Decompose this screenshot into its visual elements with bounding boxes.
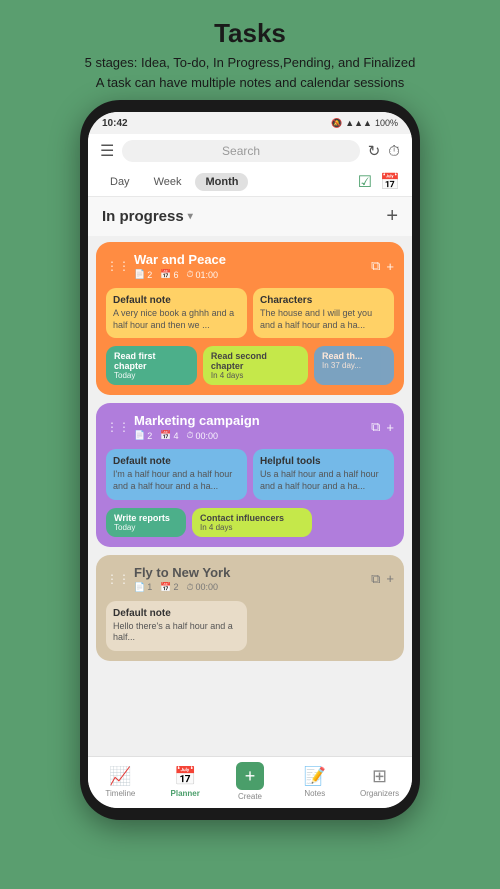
session-chip[interactable]: Contact influencers In 4 days: [192, 508, 312, 537]
refresh-icon[interactable]: ↻: [368, 142, 381, 160]
search-box[interactable]: Search: [122, 140, 359, 162]
calendar-grid-icon[interactable]: 📅: [380, 172, 400, 192]
task-card-war-peace: ⋮⋮ War and Peace 📄 2 📅 6 ⏱ 01:00 ⧉ +: [96, 242, 404, 395]
notes-grid: Default note I'm a half hour and a half …: [106, 449, 394, 499]
copy-icon[interactable]: ⧉: [371, 571, 380, 587]
top-bar: ☰ Search ↻ ⏱: [88, 134, 412, 168]
sessions-count: 📅 6: [160, 269, 178, 280]
notes-count: 📄 1: [134, 582, 152, 593]
task-card-header: ⋮⋮ War and Peace 📄 2 📅 6 ⏱ 01:00 ⧉ +: [106, 252, 394, 280]
drag-handle-icon: ⋮⋮: [106, 420, 130, 434]
task-card-header: ⋮⋮ Fly to New York 📄 1 📅 2 ⏱ 00:00 ⧉ +: [106, 565, 394, 593]
check-calendar-icon[interactable]: ☑: [358, 172, 372, 192]
nav-organizers[interactable]: ⊞ Organizers: [347, 766, 412, 798]
note-card[interactable]: Default note Hello there's a half hour a…: [106, 601, 247, 651]
top-bar-actions: ↻ ⏱: [368, 142, 400, 160]
task-meta: 📄 2 📅 6 ⏱ 01:00: [134, 269, 371, 280]
nav-planner[interactable]: 📅 Planner: [153, 766, 218, 798]
timer-icon[interactable]: ⏱: [388, 143, 400, 160]
add-subtask-icon[interactable]: +: [386, 259, 394, 274]
notes-icon: 📝: [304, 766, 326, 787]
dropdown-arrow-icon: ▾: [188, 211, 193, 222]
app-title: Tasks: [10, 18, 490, 49]
add-task-icon[interactable]: +: [386, 205, 398, 228]
task-list[interactable]: ⋮⋮ War and Peace 📄 2 📅 6 ⏱ 01:00 ⧉ +: [88, 236, 412, 756]
timeline-icon: 📈: [109, 766, 131, 787]
add-subtask-icon[interactable]: +: [386, 571, 394, 586]
session-chip-partial[interactable]: Read th... In 37 day...: [314, 346, 394, 385]
sessions-row: Write reports Today Contact influencers …: [106, 508, 394, 537]
copy-icon[interactable]: ⧉: [371, 419, 380, 435]
time-total: ⏱ 00:00: [186, 582, 218, 593]
section-title[interactable]: In progress ▾: [102, 208, 193, 225]
nav-timeline-label: Timeline: [105, 789, 135, 798]
tab-month[interactable]: Month: [195, 173, 248, 191]
add-subtask-icon[interactable]: +: [386, 420, 394, 435]
tab-week[interactable]: Week: [144, 173, 192, 191]
drag-handle-icon: ⋮⋮: [106, 572, 130, 586]
status-icons: 🔕 ▲▲▲ 100%: [331, 118, 398, 129]
tab-actions: ☑ 📅: [358, 172, 400, 192]
app-subtitle: 5 stages: Idea, To-do, In Progress,Pendi…: [10, 53, 490, 92]
nav-notes[interactable]: 📝 Notes: [282, 766, 347, 798]
notes-grid: Default note A very nice book a ghhh and…: [106, 288, 394, 338]
nav-timeline[interactable]: 📈 Timeline: [88, 766, 153, 798]
status-time: 10:42: [102, 118, 128, 129]
mute-icon: 🔕: [331, 118, 342, 129]
task-title: Fly to New York: [134, 565, 371, 580]
session-chip[interactable]: Write reports Today: [106, 508, 186, 537]
task-meta: 📄 2 📅 4 ⏱ 00:00: [134, 430, 371, 441]
battery-icon: 100%: [375, 118, 398, 128]
nav-create-label: Create: [238, 792, 262, 801]
planner-icon: 📅: [174, 766, 196, 787]
note-card[interactable]: Default note A very nice book a ghhh and…: [106, 288, 247, 338]
sessions-count: 📅 4: [160, 430, 178, 441]
phone-frame: 10:42 🔕 ▲▲▲ 100% ☰ Search ↻ ⏱ Day Week M…: [80, 100, 420, 820]
nav-create[interactable]: + Create: [218, 762, 283, 801]
create-icon: +: [236, 762, 264, 790]
copy-icon[interactable]: ⧉: [371, 258, 380, 274]
date-tabs: Day Week Month ☑ 📅: [88, 168, 412, 197]
sessions-row: Read first chapter Today Read second cha…: [106, 346, 394, 385]
search-placeholder: Search: [222, 144, 260, 158]
section-header: In progress ▾ +: [88, 197, 412, 236]
nav-notes-label: Notes: [304, 789, 325, 798]
task-card-header: ⋮⋮ Marketing campaign 📄 2 📅 4 ⏱ 00:00 ⧉ …: [106, 413, 394, 441]
task-actions: ⧉ +: [371, 419, 394, 435]
note-card[interactable]: Default note I'm a half hour and a half …: [106, 449, 247, 499]
notes-count: 📄 2: [134, 269, 152, 280]
notes-count: 📄 2: [134, 430, 152, 441]
task-title: Marketing campaign: [134, 413, 371, 428]
nav-organizers-label: Organizers: [360, 789, 399, 798]
task-card-marketing: ⋮⋮ Marketing campaign 📄 2 📅 4 ⏱ 00:00 ⧉ …: [96, 403, 404, 546]
time-total: ⏱ 01:00: [186, 269, 218, 280]
drag-handle-icon: ⋮⋮: [106, 259, 130, 273]
app-header: Tasks 5 stages: Idea, To-do, In Progress…: [0, 0, 500, 100]
nav-planner-label: Planner: [171, 789, 200, 798]
tab-day[interactable]: Day: [100, 173, 140, 191]
session-chip[interactable]: Read second chapter In 4 days: [203, 346, 308, 385]
task-title: War and Peace: [134, 252, 371, 267]
organizers-icon: ⊞: [372, 766, 387, 787]
menu-icon[interactable]: ☰: [100, 141, 114, 161]
session-chip[interactable]: Read first chapter Today: [106, 346, 197, 385]
note-card[interactable]: Helpful tools Us a half hour and a half …: [253, 449, 394, 499]
bottom-nav: 📈 Timeline 📅 Planner + Create 📝 Notes ⊞ …: [88, 756, 412, 808]
status-bar: 10:42 🔕 ▲▲▲ 100%: [88, 112, 412, 134]
task-actions: ⧉ +: [371, 258, 394, 274]
phone-screen: 10:42 🔕 ▲▲▲ 100% ☰ Search ↻ ⏱ Day Week M…: [88, 112, 412, 808]
task-card-fly-new-york: ⋮⋮ Fly to New York 📄 1 📅 2 ⏱ 00:00 ⧉ +: [96, 555, 404, 661]
sessions-count: 📅 2: [160, 582, 178, 593]
note-card[interactable]: Characters The house and I will get you …: [253, 288, 394, 338]
time-total: ⏱ 00:00: [186, 430, 218, 441]
signal-icon: ▲▲▲: [345, 118, 372, 128]
task-meta: 📄 1 📅 2 ⏱ 00:00: [134, 582, 371, 593]
task-actions: ⧉ +: [371, 571, 394, 587]
notes-grid: Default note Hello there's a half hour a…: [106, 601, 394, 651]
